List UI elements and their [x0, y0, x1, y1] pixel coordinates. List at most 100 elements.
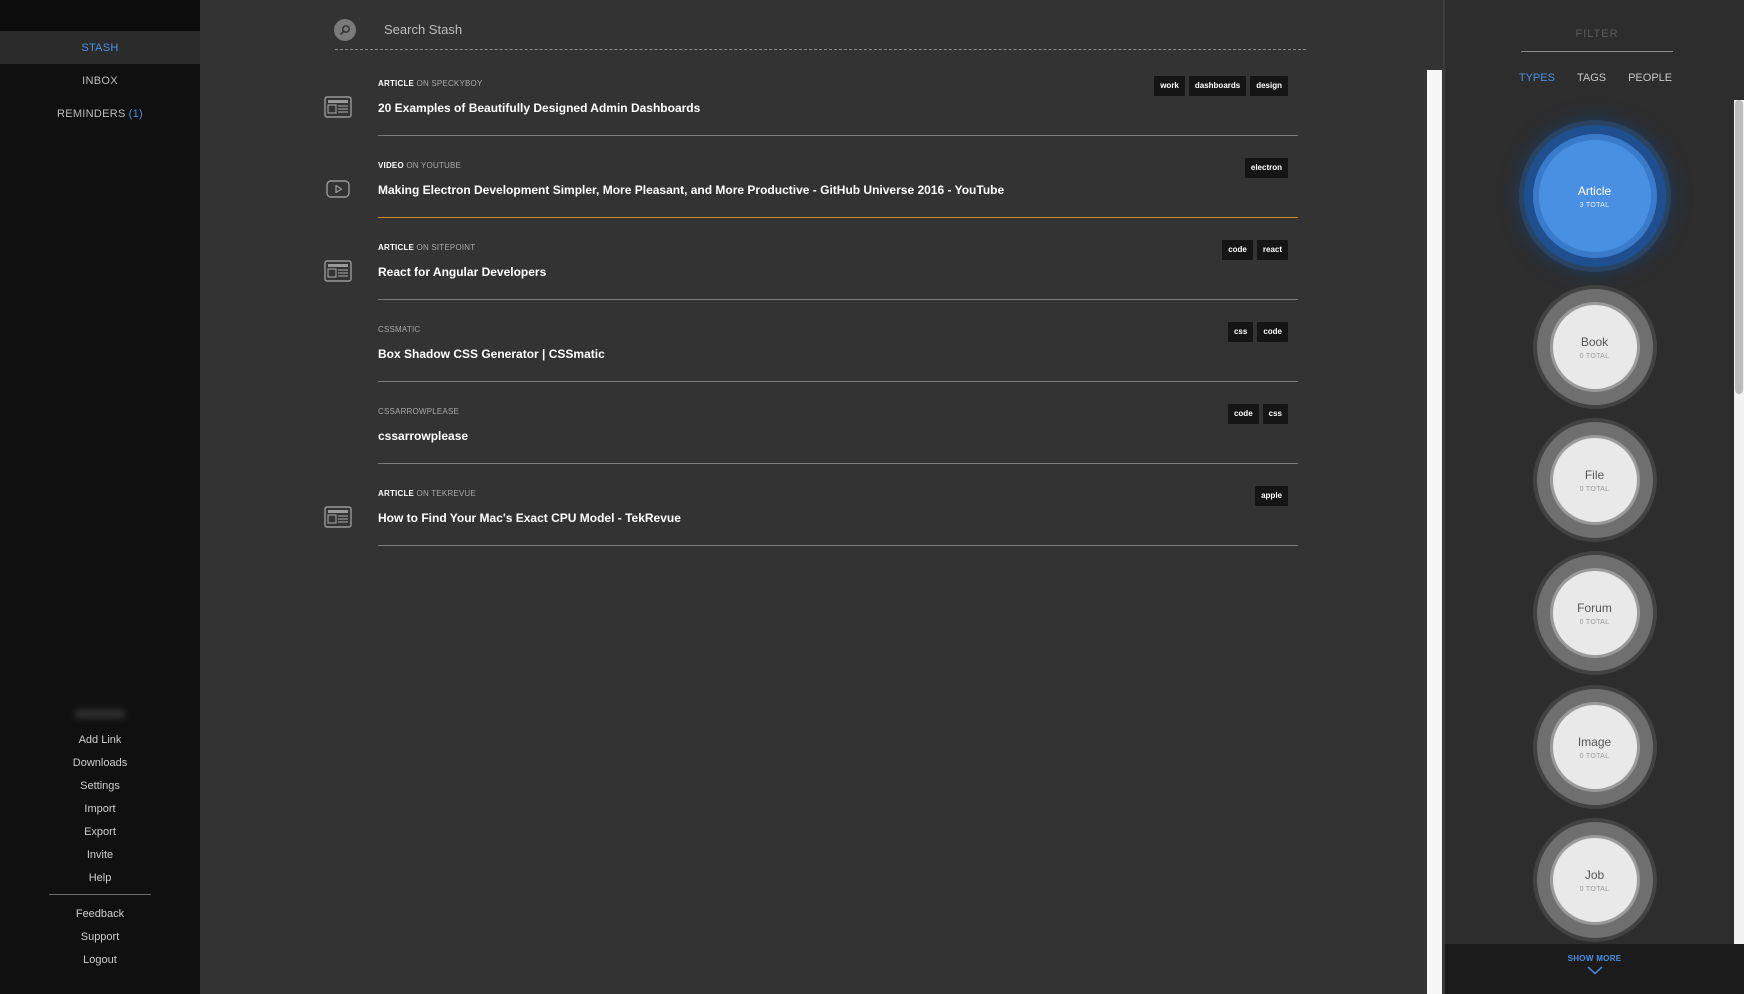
- tag-css[interactable]: css: [1262, 404, 1288, 424]
- chevron-down-icon: [1586, 966, 1603, 975]
- search-icon[interactable]: [334, 18, 356, 41]
- list-item-body: VIDEO ON YOUTUBE Making Electron Develop…: [378, 152, 1298, 218]
- list-item-body: ARTICLE ON SPECKYBOY 20 Examples of Beau…: [378, 70, 1298, 136]
- filter-scrollbar[interactable]: [1734, 100, 1744, 944]
- type-count: 0 TOTAL: [1579, 485, 1610, 493]
- tag-react[interactable]: react: [1256, 240, 1288, 260]
- tab-people[interactable]: PEOPLE: [1628, 72, 1672, 84]
- logout-link[interactable]: Logout: [0, 949, 200, 972]
- item-meta: ARTICLE ON SITEPOINT: [378, 243, 475, 252]
- list-item[interactable]: VIDEO ON YOUTUBE Making Electron Develop…: [324, 152, 1330, 234]
- nav-item-label: STASH: [81, 41, 119, 54]
- tag-code[interactable]: code: [1222, 240, 1253, 260]
- tag-design[interactable]: design: [1250, 76, 1288, 96]
- list-item[interactable]: CSSARROWPLEASE cssarrowplease code css: [324, 398, 1330, 480]
- search-bar: [334, 10, 1306, 50]
- item-title[interactable]: 20 Examples of Beautifully Designed Admi…: [378, 101, 700, 115]
- add-link-link[interactable]: Add Link: [0, 729, 200, 752]
- type-name: File: [1584, 467, 1605, 482]
- support-link[interactable]: Support: [0, 926, 200, 949]
- type-filter-article[interactable]: Article 3 TOTAL: [1523, 125, 1666, 267]
- type-count: 3 TOTAL: [1579, 201, 1610, 209]
- show-more-button[interactable]: SHOW MORE: [1445, 944, 1744, 994]
- tag-work[interactable]: work: [1154, 76, 1185, 96]
- type-filter-book[interactable]: Book 0 TOTAL: [1536, 289, 1653, 405]
- list-item[interactable]: ARTICLE ON SPECKYBOY 20 Examples of Beau…: [324, 70, 1330, 152]
- item-meta: ARTICLE ON TEKREVUE: [378, 489, 476, 498]
- nav-item-label: INBOX: [82, 74, 118, 87]
- search-input[interactable]: [384, 22, 1184, 37]
- item-source: CSSMATIC: [378, 325, 421, 334]
- type-filter-job[interactable]: Job 0 TOTAL: [1536, 822, 1653, 938]
- import-link[interactable]: Import: [0, 798, 200, 821]
- downloads-link[interactable]: Downloads: [0, 752, 200, 775]
- invite-link[interactable]: Invite: [0, 844, 200, 867]
- type-name: Job: [1584, 867, 1605, 882]
- list-item[interactable]: ARTICLE ON SITEPOINT React for Angular D…: [324, 234, 1330, 316]
- tab-types[interactable]: TYPES: [1519, 72, 1555, 84]
- feedback-link[interactable]: Feedback: [0, 903, 200, 926]
- export-link[interactable]: Export: [0, 821, 200, 844]
- item-title[interactable]: Box Shadow CSS Generator | CSSmatic: [378, 347, 605, 361]
- sidebar-divider: [49, 894, 151, 895]
- nav-item-stash[interactable]: STASH: [0, 31, 200, 64]
- sidebar: STASH INBOX REMINDERS (1) Add Link Downlo…: [0, 0, 200, 994]
- list-item-body: ARTICLE ON SITEPOINT React for Angular D…: [378, 234, 1298, 300]
- nav-item-inbox[interactable]: INBOX: [0, 64, 200, 97]
- main-content: ARTICLE ON SPECKYBOY 20 Examples of Beau…: [200, 0, 1427, 994]
- video-icon: [326, 180, 350, 198]
- type-filter-forum[interactable]: Forum 0 TOTAL: [1536, 555, 1653, 671]
- filter-scrollbar-thumb[interactable]: [1735, 100, 1743, 394]
- type-filter-inner: File 0 TOTAL: [1552, 438, 1637, 522]
- item-source: ON YOUTUBE: [406, 161, 462, 170]
- tag-dashboards[interactable]: dashboards: [1188, 76, 1247, 96]
- filter-tabs: TYPES TAGS PEOPLE: [1445, 72, 1744, 84]
- item-meta: ARTICLE ON SPECKYBOY: [378, 79, 483, 88]
- type-name: Image: [1577, 734, 1612, 749]
- item-source: CSSARROWPLEASE: [378, 407, 460, 416]
- item-title[interactable]: Making Electron Development Simpler, Mor…: [378, 183, 1004, 197]
- item-tags: css code: [1227, 322, 1288, 342]
- type-filter-file[interactable]: File 0 TOTAL: [1536, 422, 1653, 538]
- type-filter-inner: Job 0 TOTAL: [1552, 838, 1637, 922]
- type-count: 0 TOTAL: [1579, 885, 1610, 893]
- app-window: STASH INBOX REMINDERS (1) Add Link Downlo…: [0, 0, 1744, 994]
- list-item[interactable]: CSSMATIC Box Shadow CSS Generator | CSSm…: [324, 316, 1330, 398]
- type-filter-image[interactable]: Image 0 TOTAL: [1536, 689, 1653, 805]
- article-icon: [324, 96, 352, 118]
- help-link[interactable]: Help: [0, 867, 200, 890]
- item-source: ON SPECKYBOY: [416, 79, 483, 88]
- sidebar-top-strip: [0, 0, 200, 31]
- tag-code[interactable]: code: [1257, 322, 1288, 342]
- item-kind: VIDEO: [378, 161, 404, 170]
- item-tags: code css: [1227, 404, 1288, 424]
- item-kind: ARTICLE: [378, 79, 415, 88]
- tag-electron[interactable]: electron: [1244, 158, 1288, 178]
- item-title[interactable]: cssarrowplease: [378, 429, 468, 443]
- tag-apple[interactable]: apple: [1255, 486, 1288, 506]
- settings-link[interactable]: Settings: [0, 775, 200, 798]
- article-icon: [324, 506, 352, 528]
- tag-code[interactable]: code: [1227, 404, 1259, 424]
- tab-tags[interactable]: TAGS: [1577, 72, 1606, 84]
- item-title[interactable]: React for Angular Developers: [378, 265, 546, 279]
- item-title[interactable]: How to Find Your Mac's Exact CPU Model -…: [378, 511, 681, 525]
- type-count: 0 TOTAL: [1579, 752, 1610, 760]
- article-icon: [324, 260, 352, 282]
- filter-input[interactable]: [1521, 16, 1673, 52]
- tag-css[interactable]: css: [1227, 322, 1254, 342]
- item-tags: work dashboards design: [1154, 76, 1288, 96]
- type-name: Forum: [1577, 600, 1612, 615]
- blurred-avatar: [74, 709, 126, 719]
- item-tags: apple: [1255, 486, 1288, 506]
- list-item-body: CSSARROWPLEASE cssarrowplease code css: [378, 398, 1298, 464]
- type-filter-inner: Book 0 TOTAL: [1552, 305, 1637, 389]
- nav-item-reminders[interactable]: REMINDERS (1): [0, 97, 200, 130]
- item-meta: CSSMATIC: [378, 325, 420, 334]
- type-count: 0 TOTAL: [1579, 618, 1610, 626]
- main-scrollbar[interactable]: [1427, 70, 1442, 994]
- filter-panel: TYPES TAGS PEOPLE Article 3 TOTAL Book 0…: [1443, 0, 1744, 994]
- nav-item-label: REMINDERS: [56, 107, 126, 120]
- item-source: ON TEKREVUE: [416, 489, 476, 498]
- list-item[interactable]: ARTICLE ON TEKREVUE How to Find Your Mac…: [324, 480, 1330, 562]
